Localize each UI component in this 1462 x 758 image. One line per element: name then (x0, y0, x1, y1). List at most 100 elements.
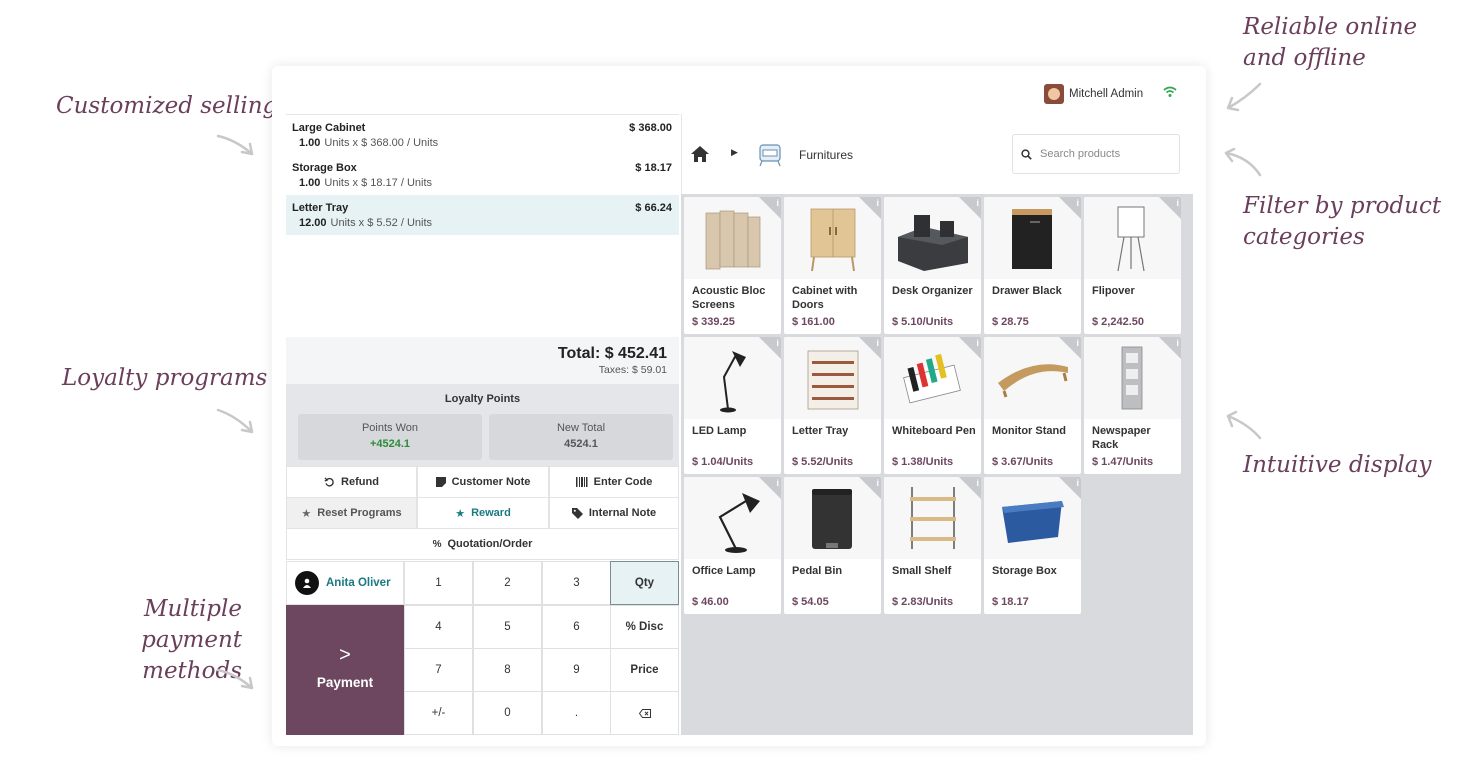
internal-note-button[interactable]: Internal Note (549, 497, 679, 529)
loyalty-heading: Loyalty Points (444, 393, 521, 405)
callout-line: Reliable online (1243, 14, 1418, 40)
order-line[interactable]: Storage Box $ 18.17 1.00 Units x $ 18.17 … (286, 155, 679, 195)
furniture-category-icon[interactable] (754, 137, 786, 169)
callout-intuitive-display: Intuitive display (1243, 452, 1432, 478)
points-won-value: +4524.1 (369, 438, 411, 450)
product-price: $ 339.25 (692, 316, 735, 328)
info-icon[interactable]: i (859, 197, 881, 219)
callout-loyalty-programs: Loyalty programs (62, 365, 268, 391)
payment-label: Payment (316, 675, 374, 690)
info-icon[interactable]: i (859, 477, 881, 499)
info-icon[interactable]: i (859, 337, 881, 359)
order-line-qty: 12.00 (299, 217, 327, 229)
numpad-key-8[interactable]: 8 (473, 648, 542, 692)
numpad-price-button[interactable]: Price (610, 648, 679, 692)
product-price: $ 5.10/Units (892, 316, 954, 328)
product-card[interactable]: i Whiteboard Pen $ 1.38/Units (884, 337, 981, 474)
numpad-sign-button[interactable]: +/- (404, 691, 473, 735)
product-card[interactable]: i Monitor Stand $ 3.67/Units (984, 337, 1081, 474)
numpad-key-1[interactable]: 1 (404, 561, 473, 605)
product-card[interactable]: i Flipover $ 2,242.50 (1084, 197, 1181, 334)
order-line-name: Storage Box (292, 162, 357, 174)
product-card[interactable]: i Storage Box $ 18.17 (984, 477, 1081, 614)
product-name: Drawer Black (992, 285, 1062, 297)
product-card[interactable]: i Drawer Black $ 28.75 (984, 197, 1081, 334)
info-icon[interactable]: i (1059, 197, 1081, 219)
product-card[interactable]: i LED Lamp $ 1.04/Units (684, 337, 781, 474)
quotation-order-button[interactable]: % Quotation/Order (286, 528, 679, 560)
caret-right-icon: ▶ (731, 147, 738, 157)
numpad-key-2[interactable]: 2 (473, 561, 542, 605)
callout-filter-categories: Filter by product categories (1243, 191, 1441, 253)
numpad-key-0[interactable]: 0 (473, 691, 542, 735)
numpad-decimal-button[interactable]: . (542, 691, 611, 735)
product-price: $ 54.05 (792, 596, 829, 608)
numpad-key-7[interactable]: 7 (404, 648, 473, 692)
quotation-order-label: Quotation/Order (447, 538, 533, 550)
numpad-qty-button[interactable]: Qty (610, 561, 679, 605)
numpad-key-4[interactable]: 4 (404, 605, 473, 649)
reward-button[interactable]: ★ Reward (417, 497, 549, 529)
backspace-icon (638, 708, 651, 718)
product-name: Storage Box (992, 565, 1057, 577)
callout-line: Filter by product (1243, 193, 1442, 219)
order-line-qty-info: 1.00 Units x $ 368.00 / Units (292, 137, 673, 149)
numpad-key-9[interactable]: 9 (542, 648, 611, 692)
customer-note-button[interactable]: Customer Note (417, 466, 549, 498)
product-card[interactable]: i Desk Organizer $ 5.10/Units (884, 197, 981, 334)
home-icon[interactable] (690, 145, 710, 163)
callout-customized-selling: Customized selling (56, 93, 278, 119)
arrow-icon (216, 134, 254, 156)
product-card[interactable]: i Office Lamp $ 46.00 (684, 477, 781, 614)
product-name: Office Lamp (692, 565, 756, 577)
product-grid: i Acoustic Bloc Screens $ 339.25 i Cabin… (681, 194, 1193, 735)
avatar (1044, 84, 1064, 104)
product-price: $ 2,242.50 (1092, 316, 1144, 328)
order-lines: Large Cabinet $ 368.00 1.00 Units x $ 368… (286, 114, 679, 336)
info-icon[interactable]: i (1059, 337, 1081, 359)
product-card[interactable]: i Newspaper Rack $ 1.47/Units (1084, 337, 1181, 474)
numpad-key-3[interactable]: 3 (542, 561, 611, 605)
order-line[interactable]: Large Cabinet $ 368.00 1.00 Units x $ 368… (286, 115, 679, 155)
numpad-disc-button[interactable]: % Disc (610, 605, 679, 649)
order-line-unit-info: Units x $ 18.17 / Units (324, 177, 433, 189)
info-icon[interactable]: i (759, 337, 781, 359)
product-card[interactable]: i Small Shelf $ 2.83/Units (884, 477, 981, 614)
product-card[interactable]: i Acoustic Bloc Screens $ 339.25 (684, 197, 781, 334)
info-icon[interactable]: i (1159, 197, 1181, 219)
order-line-name: Large Cabinet (292, 122, 366, 134)
star-icon: ★ (455, 507, 466, 520)
user-menu[interactable]: Mitchell Admin (1044, 84, 1143, 104)
payment-button[interactable]: > Payment (286, 605, 404, 735)
new-total-value: 4524.1 (564, 438, 598, 450)
info-icon[interactable]: i (1059, 477, 1081, 499)
product-name: Cabinet with Doors (792, 285, 858, 311)
order-line-qty-info: 1.00 Units x $ 18.17 / Units (292, 177, 673, 189)
info-icon[interactable]: i (959, 337, 981, 359)
info-icon[interactable]: i (759, 197, 781, 219)
info-icon[interactable]: i (759, 477, 781, 499)
product-card[interactable]: i Letter Tray $ 5.52/Units (784, 337, 881, 474)
product-name: Desk Organizer (892, 285, 973, 297)
info-icon[interactable]: i (1159, 337, 1181, 359)
numpad-key-6[interactable]: 6 (542, 605, 611, 649)
search-input[interactable]: Search products (1012, 134, 1180, 174)
star-icon: ★ (301, 507, 312, 520)
order-line-name: Letter Tray (292, 202, 349, 214)
product-name: Flipover (1092, 285, 1135, 297)
numpad-backspace-button[interactable] (610, 691, 679, 735)
numpad-area: Anita Oliver > Payment 1 2 3 Qty 4 5 6 %… (286, 561, 679, 735)
info-icon[interactable]: i (959, 477, 981, 499)
reset-programs-button[interactable]: ★ Reset Programs (286, 497, 417, 529)
refund-button[interactable]: Refund (286, 466, 417, 498)
product-card[interactable]: i Cabinet with Doors $ 161.00 (784, 197, 881, 334)
enter-code-label: Enter Code (593, 476, 653, 488)
search-icon (1021, 148, 1032, 160)
info-icon[interactable]: i (959, 197, 981, 219)
order-line-selected[interactable]: Letter Tray $ 66.24 12.00 Units x $ 5.52 … (286, 195, 679, 235)
enter-code-button[interactable]: Enter Code (549, 466, 679, 498)
product-card[interactable]: i Pedal Bin $ 54.05 (784, 477, 881, 614)
category-label[interactable]: Furnitures (799, 148, 853, 162)
customer-button[interactable]: Anita Oliver (286, 561, 404, 605)
numpad-key-5[interactable]: 5 (473, 605, 542, 649)
